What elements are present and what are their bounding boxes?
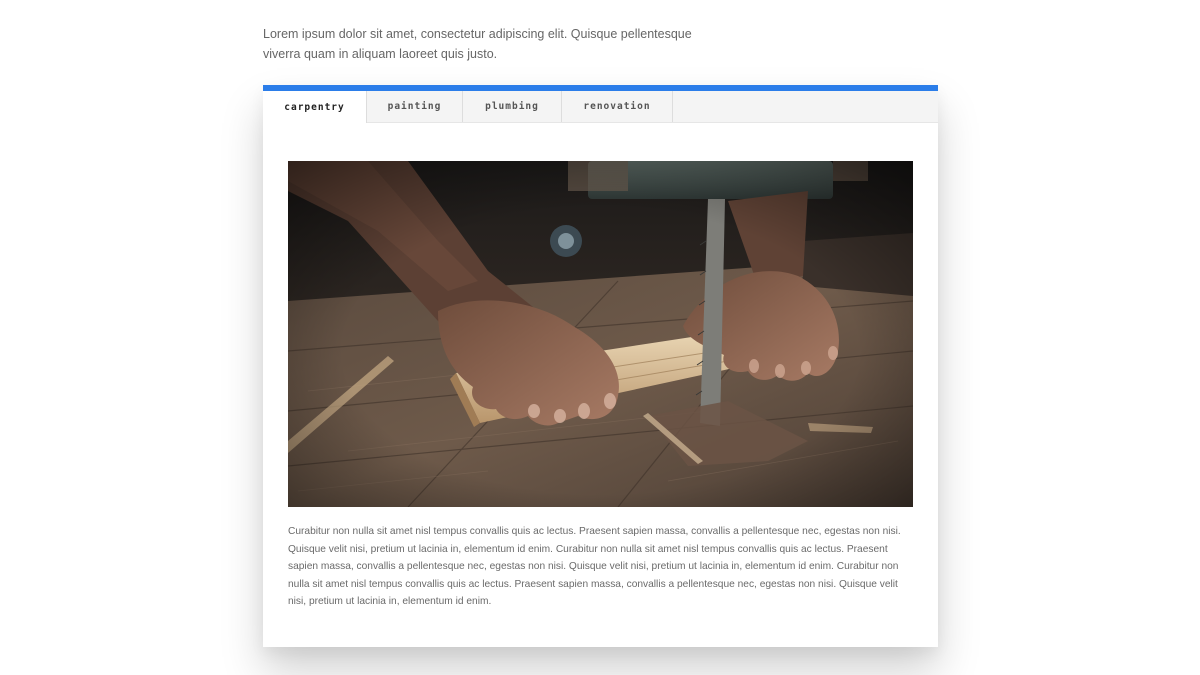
- tabs-module: CARPENTRY PAINTING PLUMBING RENOVATION: [263, 85, 938, 647]
- tab-carpentry[interactable]: CARPENTRY: [263, 91, 367, 123]
- tab-content-carpentry: Curabitur non nulla sit amet nisl tempus…: [288, 161, 913, 621]
- tab-renovation[interactable]: RENOVATION: [562, 91, 673, 122]
- tab-body-text: Curabitur non nulla sit amet nisl tempus…: [288, 526, 901, 607]
- page: Lorem ipsum dolor sit amet, consectetur …: [0, 0, 1200, 675]
- tab-painting[interactable]: PAINTING: [367, 91, 463, 122]
- intro-paragraph: Lorem ipsum dolor sit amet, consectetur …: [263, 26, 692, 62]
- carpenter-sawing-wood-photo: [288, 161, 913, 507]
- tab-plumbing[interactable]: PLUMBING: [463, 91, 562, 122]
- tab-bar: CARPENTRY PAINTING PLUMBING RENOVATION: [263, 91, 938, 123]
